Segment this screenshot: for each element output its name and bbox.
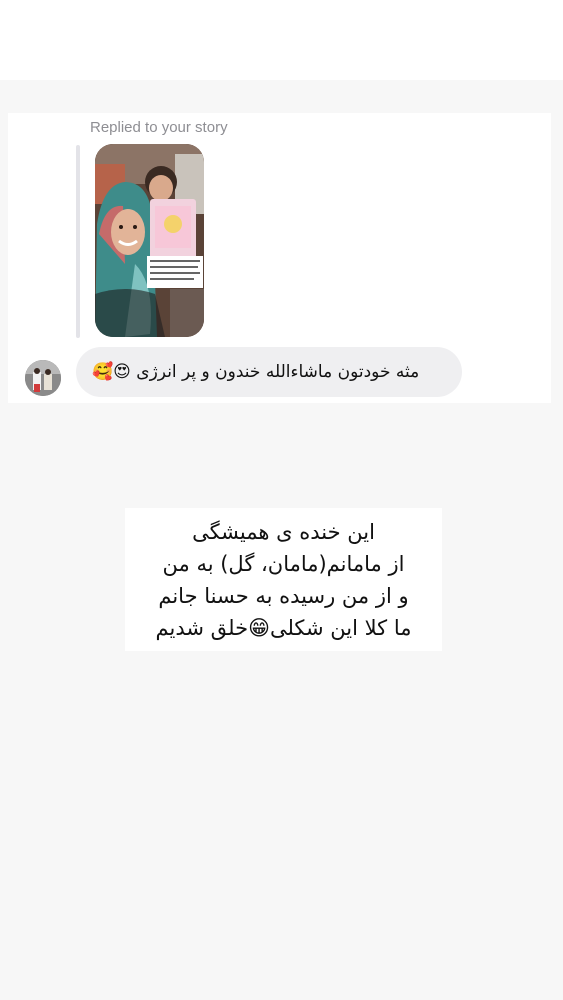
story-image-icon — [95, 144, 204, 337]
message-text: مثه خودتون ماشاءالله خندون و پر انرژی 😍🥰 — [92, 362, 420, 382]
reply-indicator-bar — [76, 145, 80, 338]
profile-avatar[interactable] — [25, 360, 61, 396]
caption-line: و از من رسیده به حسنا جانم — [158, 584, 409, 608]
dm-reply-card: Replied to your story مثه خودتون ماشاءال… — [8, 113, 551, 403]
message-bubble[interactable]: مثه خودتون ماشاءالله خندون و پر انرژی 😍🥰 — [76, 347, 462, 397]
caption-line: این خنده ی همیشگی — [192, 520, 375, 544]
top-blank-area — [0, 0, 563, 80]
caption-line: ما کلا این شکلی😁خلق شدیم — [155, 616, 412, 640]
story-thumbnail[interactable] — [95, 144, 204, 337]
avatar-image-icon — [25, 360, 61, 396]
replied-to-story-label: Replied to your story — [90, 119, 228, 136]
story-caption-box: این خنده ی همیشگی از مامانم(مامان، گل) ب… — [125, 508, 442, 651]
caption-line: از مامانم(مامان، گل) به من — [162, 552, 405, 576]
